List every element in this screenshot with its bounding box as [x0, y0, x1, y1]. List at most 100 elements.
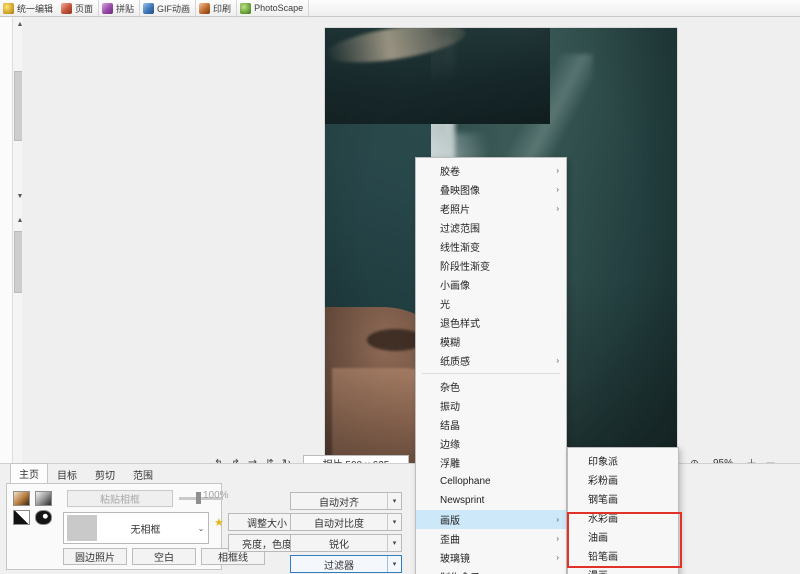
sharpen-button[interactable]: 锐化 ▾	[290, 534, 402, 552]
chevron-right-icon: ›	[556, 534, 559, 543]
tab-label: GIF动画	[157, 2, 190, 15]
chevron-down-icon[interactable]: ⌄	[194, 524, 208, 533]
tab-target[interactable]: 目标	[48, 464, 86, 484]
star-icon[interactable]: ★	[214, 516, 224, 529]
tab-label: 印刷	[213, 2, 231, 15]
menu-separator	[422, 373, 560, 374]
menu-item[interactable]: 线性渐变	[416, 237, 566, 256]
menu-item-label: 浮雕	[440, 455, 460, 470]
tab-home[interactable]: 主页	[10, 463, 48, 484]
submenu-item-label: 油画	[588, 529, 608, 544]
chevron-right-icon: ›	[556, 515, 559, 524]
chevron-down-icon[interactable]: ▾	[387, 493, 401, 509]
menu-item[interactable]: 胶卷 ›	[416, 161, 566, 180]
menu-item-label: Cellophane	[440, 476, 491, 487]
opacity-slider-handle[interactable]	[196, 492, 201, 504]
submenu-item-label: 漫画	[588, 567, 608, 574]
menu-item-label: 边缘	[440, 436, 460, 451]
painting-submenu[interactable]: 印象派彩粉画钢笔画水彩画油画铅笔画漫画板画（彩色）	[567, 447, 679, 574]
menu-item[interactable]: 小画像	[416, 275, 566, 294]
chevron-down-icon[interactable]: ▾	[387, 535, 401, 551]
auto-level-button[interactable]: 自动对齐 ▾	[290, 492, 402, 510]
frame-panel-tabs: 主页 目标 剪切 范围	[6, 467, 222, 484]
tab-photoscape[interactable]: PhotoScape	[237, 0, 309, 17]
swatch-gray-icon[interactable]	[35, 491, 52, 506]
submenu-item-label: 铅笔画	[588, 548, 618, 563]
menu-item[interactable]: 浮雕	[416, 453, 566, 472]
chevron-right-icon: ›	[556, 166, 559, 175]
menu-item[interactable]: 纸质感›	[416, 351, 566, 370]
auto-level-label: 自动对齐	[291, 494, 387, 509]
menu-item-label: 阶段性渐变	[440, 258, 490, 273]
submenu-item[interactable]: 水彩画	[568, 508, 678, 527]
menu-item[interactable]: 边缘	[416, 434, 566, 453]
menu-item[interactable]: 结晶	[416, 415, 566, 434]
submenu-item[interactable]: 油画	[568, 527, 678, 546]
chevron-right-icon: ›	[556, 204, 559, 213]
menu-item-label: 模糊	[440, 334, 460, 349]
menu-item[interactable]: 老照片 ›	[416, 199, 566, 218]
tab-unified-edit[interactable]: 统一编辑	[0, 0, 58, 17]
menu-item[interactable]: 画版›	[416, 510, 566, 529]
auto-contrast-button[interactable]: 自动对比度 ▾	[290, 513, 402, 531]
swatch-contrast-icon[interactable]	[13, 510, 30, 525]
menu-item-label: 退色样式	[440, 315, 480, 330]
submenu-item[interactable]: 钢笔画	[568, 489, 678, 508]
menu-item[interactable]: 玻璃镜›	[416, 548, 566, 567]
filter-label: 过滤器	[291, 557, 387, 572]
menu-item-label: Newsprint	[440, 495, 484, 506]
menu-item-label: 光	[440, 296, 450, 311]
menu-item-label: 胶卷	[440, 163, 460, 178]
menu-item[interactable]: 光	[416, 294, 566, 313]
menu-item-label: 杂色	[440, 379, 460, 394]
chevron-right-icon: ›	[556, 185, 559, 194]
tab-label: 统一编辑	[17, 2, 53, 15]
swatch-invert-icon[interactable]	[35, 510, 52, 525]
tab-crop[interactable]: 剪切	[86, 464, 124, 484]
menu-item-label: 线性渐变	[440, 239, 480, 254]
auto-contrast-label: 自动对比度	[291, 515, 387, 530]
tab-page[interactable]: 页面	[58, 0, 99, 17]
menu-item[interactable]: 杂色	[416, 377, 566, 396]
photoscape-window: 统一编辑 页面 拼贴 GIF动画 印刷 PhotoScape ▲ ▼	[0, 0, 800, 574]
tab-range[interactable]: 范围	[124, 464, 162, 484]
tab-label: 拼贴	[116, 2, 134, 15]
round-photo-button[interactable]: 圆边照片	[63, 548, 127, 565]
print-icon	[199, 3, 210, 14]
tab-print[interactable]: 印刷	[196, 0, 237, 17]
menu-item[interactable]: 过滤范围	[416, 218, 566, 237]
menu-item[interactable]: 阶段性渐变	[416, 256, 566, 275]
menu-item-label: 老照片	[440, 201, 470, 216]
chevron-down-icon[interactable]: ▾	[387, 514, 401, 530]
menu-item[interactable]: 制作盒子›	[416, 567, 566, 574]
tab-gif-animation[interactable]: GIF动画	[140, 0, 196, 17]
filter-button[interactable]: 过滤器 ▾	[290, 555, 402, 573]
submenu-item-label: 印象派	[588, 453, 618, 468]
left-edge-strip	[0, 17, 12, 463]
menu-item[interactable]: 叠映图像›	[416, 180, 566, 199]
menu-item-label: 小画像	[440, 277, 470, 292]
frame-select[interactable]: 无相框 ⌄	[63, 512, 209, 544]
edit-icon	[3, 3, 14, 14]
submenu-item[interactable]: 漫画	[568, 565, 678, 574]
menu-item[interactable]: 歪曲›	[416, 529, 566, 548]
filter-context-menu[interactable]: 胶卷›叠映图像›老照片›过滤范围线性渐变阶段性渐变小画像光退色样式模糊纸质感›杂…	[415, 157, 567, 574]
submenu-item[interactable]: 铅笔画	[568, 546, 678, 565]
blank-button[interactable]: 空白	[132, 548, 196, 565]
frame-panel: 主页 目标 剪切 范围 粘贴相框 100% 无相框	[6, 467, 222, 570]
chevron-down-icon[interactable]: ▾	[387, 556, 401, 572]
menu-item[interactable]: 模糊	[416, 332, 566, 351]
menu-item[interactable]: Newsprint	[416, 491, 566, 510]
menu-item-label: 结晶	[440, 417, 460, 432]
submenu-item[interactable]: 印象派	[568, 451, 678, 470]
canvas-area[interactable]	[22, 17, 800, 463]
menu-item[interactable]: 振动	[416, 396, 566, 415]
tab-collage[interactable]: 拼贴	[99, 0, 140, 17]
submenu-item-label: 钢笔画	[588, 491, 618, 506]
paste-frame-button[interactable]: 粘贴相框	[67, 490, 173, 507]
swatch-sepia-icon[interactable]	[13, 491, 30, 506]
submenu-item[interactable]: 彩粉画	[568, 470, 678, 489]
menu-item[interactable]: 退色样式	[416, 313, 566, 332]
menu-item[interactable]: Cellophane	[416, 472, 566, 491]
submenu-item-label: 彩粉画	[588, 472, 618, 487]
